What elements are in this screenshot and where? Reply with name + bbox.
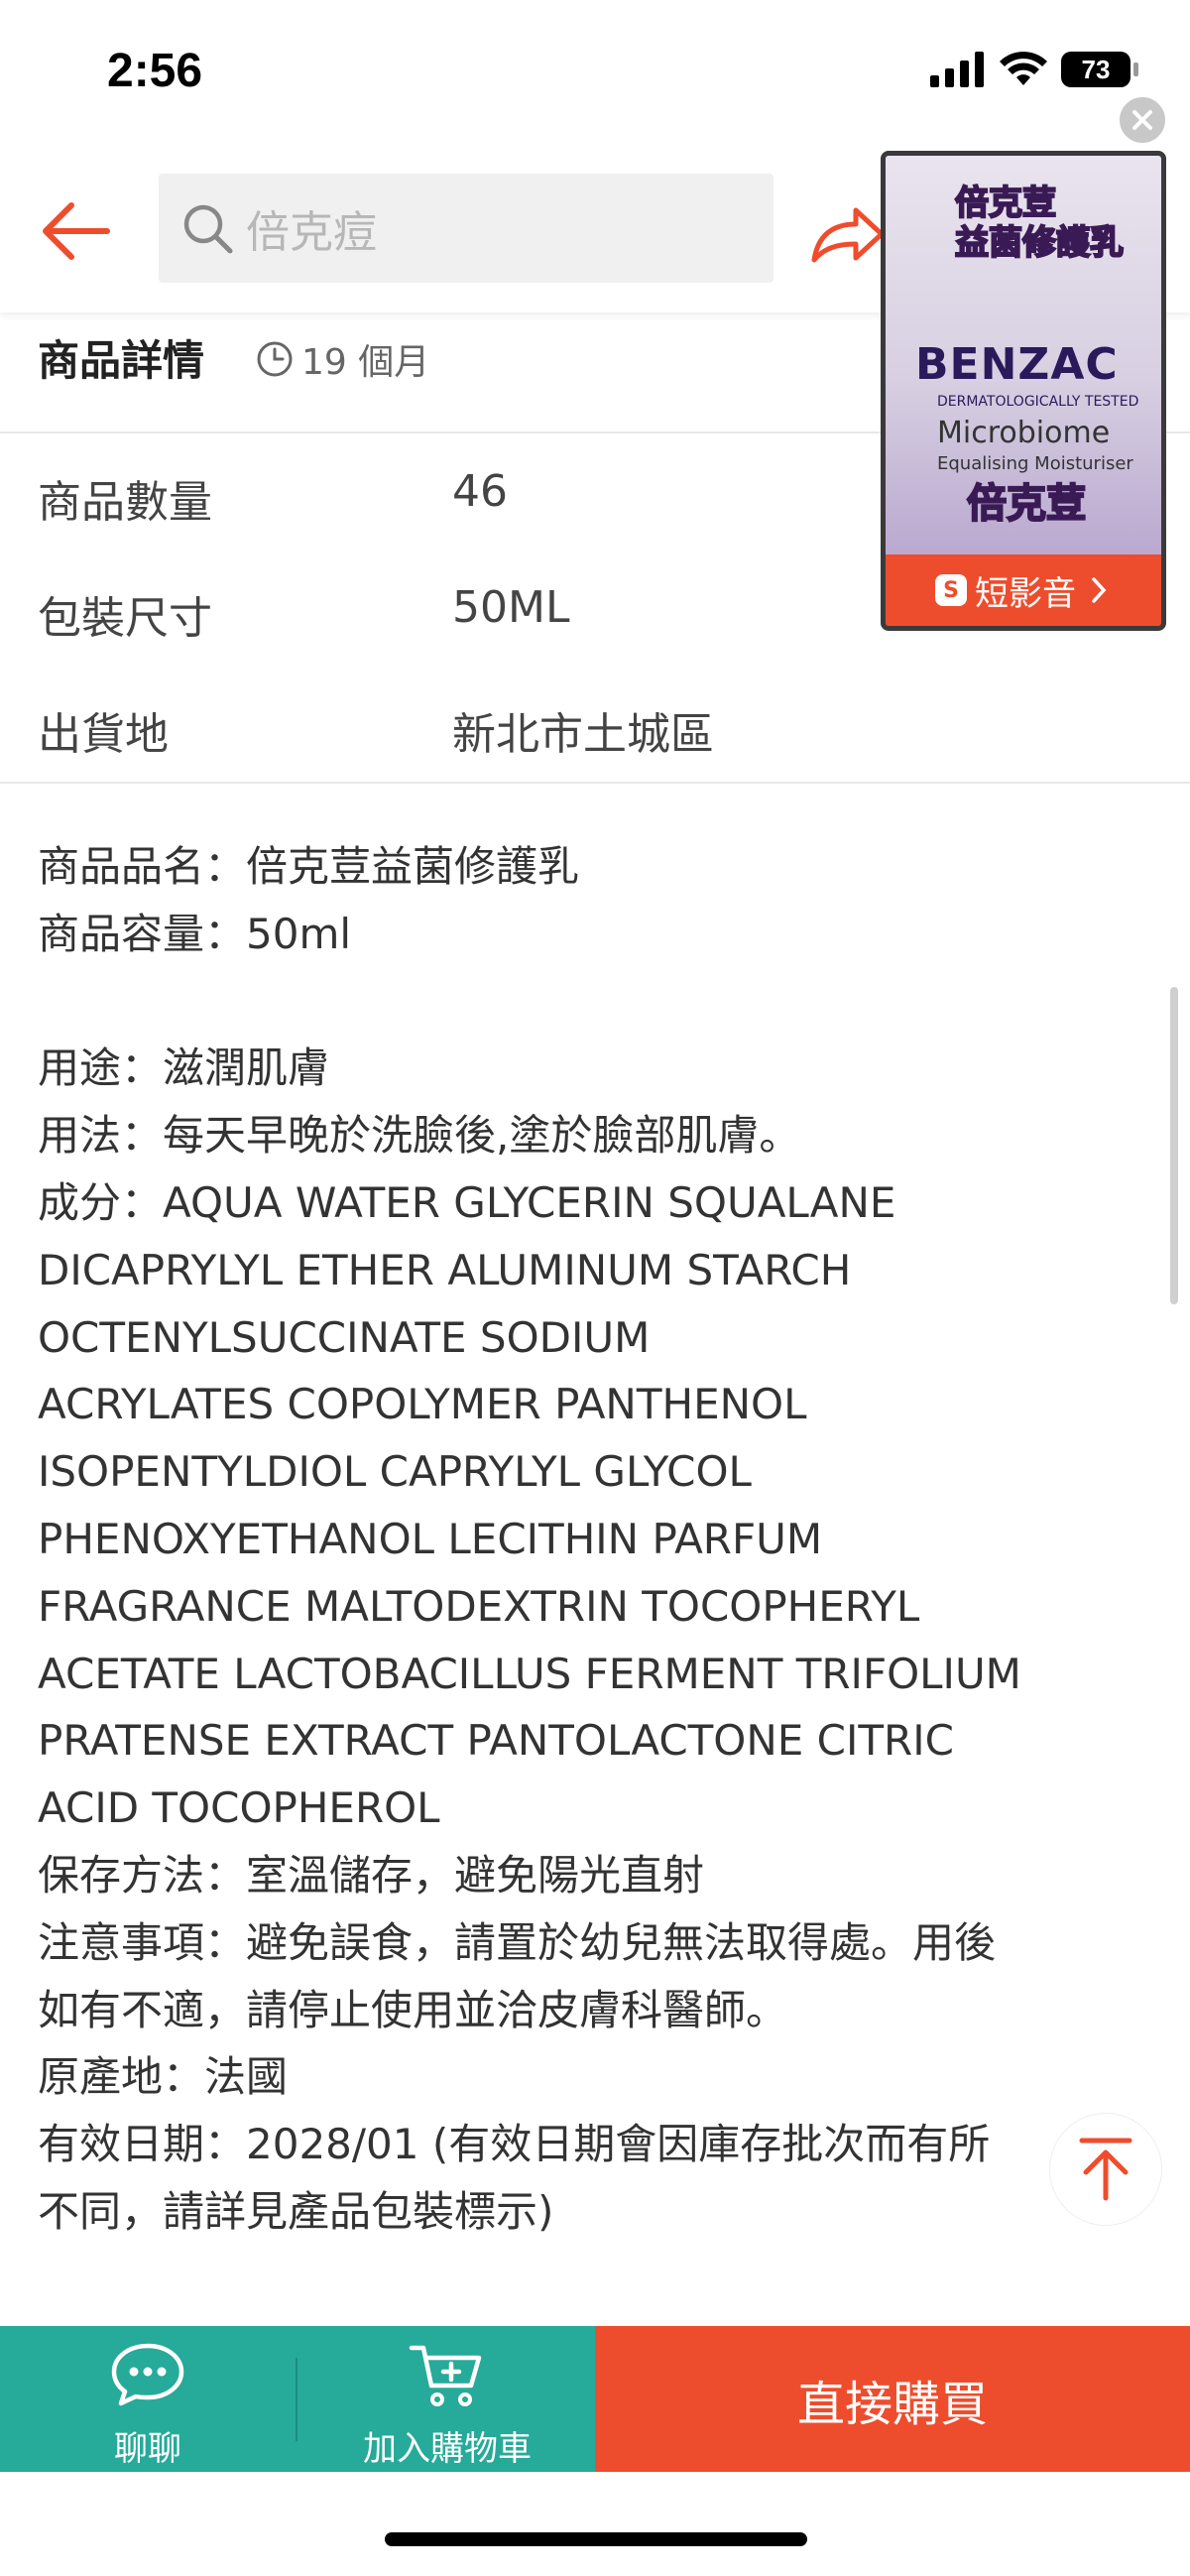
spec-label-ship-from: 出貨地 [38, 709, 169, 760]
section-title: 商品詳情 [38, 336, 205, 385]
video-brand: BENZAC [915, 339, 1119, 390]
search-placeholder: 倍克痘 [246, 207, 377, 258]
video-popup[interactable]: 倍克荳 益菌修護乳 BENZAC DERMATOLOGICALLY TESTED… [881, 151, 1166, 631]
description-line: ACETATE LACTOBACILLUS FERMENT TRIFOLIUM [38, 1649, 1021, 1698]
description-line: 有效日期：2028/01 (有效日期會因庫存批次而有所 [38, 2120, 991, 2169]
search-input[interactable]: 倍克痘 [159, 174, 774, 283]
description-line: 如有不適，請停止使用並洽皮膚科醫師。 [38, 1985, 788, 2034]
close-video-button[interactable] [1118, 95, 1167, 145]
chevron-right-icon [1092, 577, 1107, 603]
add-to-cart-button[interactable]: 加入購物車 [299, 2326, 595, 2472]
description-line: PHENOXYETHANOL LECITHIN PARFUM [38, 1514, 823, 1563]
wifi-icon [1000, 52, 1047, 85]
short-video-label: 短影音 [975, 573, 1076, 614]
arrow-up-icon [1079, 2138, 1132, 2201]
listing-age-text: 19 個月 [301, 342, 430, 383]
buy-now-button[interactable]: 直接購買 [595, 2326, 1190, 2472]
spec-value-quantity: 46 [452, 466, 508, 517]
cellular-signal-icon [930, 52, 984, 87]
bottom-divider [296, 2358, 298, 2441]
back-to-top-button[interactable] [1049, 2113, 1162, 2226]
description-line: 商品容量：50ml [38, 909, 352, 958]
description-line: 成分：AQUA WATER GLYCERIN SQUALANE [38, 1177, 896, 1227]
video-caption-top: 倍克荳 益菌修護乳 [954, 183, 1125, 264]
bottom-left-group: 聊聊 加入購物車 [0, 2326, 595, 2472]
description-line: OCTENYLSUCCINATE SODIUM [38, 1312, 651, 1362]
product-description: 商品品名：倍克荳益菌修護乳 商品容量：50ml 用途：滋潤肌膚用法：每天早晚於洗臉後… [38, 833, 1158, 2246]
description-line: 保存方法：室溫儲存，避免陽光直射 [38, 1850, 705, 1900]
add-to-cart-label: 加入購物車 [363, 2429, 532, 2469]
description-line: PRATENSE EXTRACT PANTOLACTONE CITRIC [38, 1716, 954, 1766]
chat-icon [111, 2343, 184, 2406]
description-line: 用法：每天早晚於洗臉後,塗於臉部肌膚。 [38, 1111, 801, 1161]
chat-button[interactable]: 聊聊 [0, 2326, 296, 2472]
description-line: ACRYLATES COPOLYMER PANTHENOL [38, 1380, 807, 1429]
close-icon [1132, 110, 1152, 130]
description-line: 原產地：法國 [38, 2052, 289, 2102]
description-line: DICAPRYLYL ETHER ALUMINUM STARCH [38, 1245, 852, 1294]
description-line: ACID TOCOPHEROL [38, 1783, 440, 1833]
status-bar: 2:56 73 [0, 0, 1190, 149]
description-blank-line [38, 968, 1158, 1036]
back-arrow-icon[interactable] [36, 196, 115, 266]
description-line: 用途：滋潤肌膚 [38, 1043, 330, 1093]
home-indicator [385, 2532, 807, 2546]
description-line: FRAGRANCE MALTODEXTRIN TOCOPHERYL [38, 1581, 920, 1631]
listing-age: 19 個月 [256, 333, 429, 385]
short-video-button[interactable]: S 短影音 [886, 554, 1161, 626]
shopee-video-icon: S [935, 574, 967, 606]
share-icon[interactable] [808, 198, 888, 268]
battery-icon: 73 [1061, 52, 1138, 87]
description-line: 不同，請詳見產品包裝標示) [38, 2186, 554, 2236]
spec-value-ship-from: 新北市土城區 [452, 709, 714, 760]
spec-label-quantity: 商品數量 [38, 477, 212, 528]
divider [0, 782, 1190, 784]
bottom-action-bar: 聊聊 加入購物車 直接購買 [0, 2326, 1190, 2472]
description-line: 商品品名：倍克荳益菌修護乳 [38, 842, 580, 891]
video-caption-bottom: 倍克荳 [966, 480, 1087, 528]
status-time: 2:56 [107, 45, 203, 97]
cart-plus-icon [409, 2345, 482, 2406]
search-icon [183, 204, 233, 254]
spec-label-size: 包裝尺寸 [38, 593, 212, 644]
video-thumbnail: 倍克荳 益菌修護乳 BENZAC DERMATOLOGICALLY TESTED… [886, 156, 1161, 557]
chat-label: 聊聊 [114, 2429, 181, 2469]
status-icons: 73 [930, 52, 1138, 87]
spec-value-size: 50ML [452, 582, 570, 633]
video-product-name: Microbiome [937, 416, 1111, 450]
clock-icon [257, 341, 293, 377]
scrollbar[interactable] [1170, 987, 1178, 1304]
video-tagline: DERMATOLOGICALLY TESTED [937, 394, 1139, 410]
description-line: ISOPENTYLDIOL CAPRYLYL GLYCOL [38, 1447, 752, 1497]
description-line: 注意事項：避免誤食，請置於幼兒無法取得處。用後 [38, 1917, 997, 1967]
